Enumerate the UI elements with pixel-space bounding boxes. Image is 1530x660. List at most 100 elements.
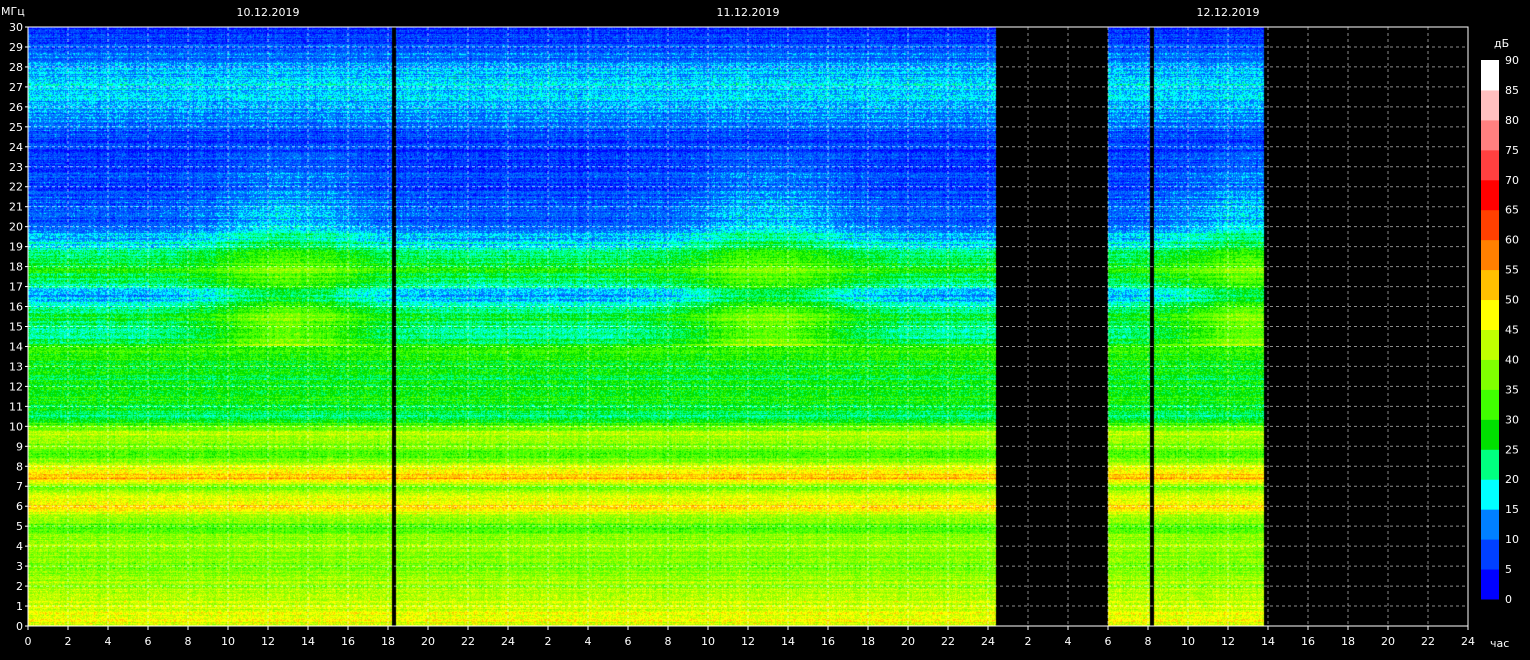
x-tick-label: 16 <box>1301 635 1315 648</box>
colorbar-swatch <box>1481 89 1499 121</box>
colorbar-tick-label: 75 <box>1505 144 1519 157</box>
y-tick-label: 3 <box>16 560 23 573</box>
y-tick-label: 9 <box>16 440 23 453</box>
y-tick-label: 7 <box>16 480 23 493</box>
colorbar-tick-label: 70 <box>1505 174 1519 187</box>
y-tick-label: 8 <box>16 460 23 473</box>
y-tick-label: 25 <box>9 121 23 134</box>
x-tick-label: 14 <box>1261 635 1275 648</box>
x-tick-label: 12 <box>741 635 755 648</box>
colorbar-swatch <box>1481 149 1499 181</box>
colorbar-tick-label: 40 <box>1505 353 1519 366</box>
colorbar-swatch <box>1481 119 1499 151</box>
y-tick-label: 6 <box>16 500 23 513</box>
colorbar-tick-label: 0 <box>1505 593 1512 606</box>
y-tick-label: 22 <box>9 181 23 194</box>
colorbar-tick-label: 45 <box>1505 324 1519 337</box>
x-tick-label: 20 <box>901 635 915 648</box>
x-tick-label: 8 <box>665 635 672 648</box>
y-tick-label: 27 <box>9 81 23 94</box>
x-axis-unit-label: час <box>1490 637 1509 650</box>
x-tick-label: 4 <box>1065 635 1072 648</box>
x-tick-label: 2 <box>65 635 72 648</box>
date-labels: 10.12.2019 11.12.2019 12.12.2019 <box>237 6 1260 19</box>
date-label: 11.12.2019 <box>717 6 780 19</box>
y-tick-label: 5 <box>16 520 23 533</box>
x-tick-label: 24 <box>981 635 995 648</box>
y-tick-label: 15 <box>9 321 23 334</box>
colorbar-swatch <box>1481 239 1499 271</box>
x-axis: 0 2 4 6 8 10 12 14 16 18 20 22 24 2 4 6 8 10 12 14 16 18 20 22 2… <box>25 626 1475 648</box>
y-tick-label: 24 <box>9 141 23 154</box>
colorbar-tick-label: 50 <box>1505 294 1519 307</box>
colorbar-unit-label: дБ <box>1494 37 1509 50</box>
colorbar-tick-label: 10 <box>1505 533 1519 546</box>
y-tick-label: 20 <box>9 221 23 234</box>
colorbar-swatch <box>1481 419 1499 450</box>
date-label: 12.12.2019 <box>1197 6 1260 19</box>
x-tick-label: 2 <box>545 635 552 648</box>
colorbar-tick-label: 35 <box>1505 383 1519 396</box>
x-tick-label: 10 <box>1181 635 1195 648</box>
x-tick-label: 0 <box>25 635 32 648</box>
x-tick-label: 12 <box>1221 635 1235 648</box>
colorbar-swatch <box>1481 209 1499 241</box>
x-tick-label: 4 <box>585 635 592 648</box>
colorbar-tick-label: 55 <box>1505 264 1519 277</box>
colorbar-swatch <box>1481 569 1499 600</box>
x-tick-label: 16 <box>821 635 835 648</box>
y-axis: 0123456789101112131415161718192021222324… <box>9 21 28 633</box>
y-tick-label: 23 <box>9 161 23 174</box>
colorbar-tick-label: 65 <box>1505 204 1519 217</box>
colorbar-tick-label: 90 <box>1505 54 1519 67</box>
y-tick-label: 0 <box>16 620 23 633</box>
y-tick-label: 28 <box>9 61 23 74</box>
x-tick-label: 24 <box>1461 635 1475 648</box>
colorbar-swatch <box>1481 359 1499 390</box>
x-tick-label: 6 <box>1105 635 1112 648</box>
y-tick-label: 26 <box>9 101 23 114</box>
x-tick-label: 10 <box>221 635 235 648</box>
x-tick-label: 12 <box>261 635 275 648</box>
spectrogram-chart: 0123456789101112131415161718192021222324… <box>1 5 1519 650</box>
date-label: 10.12.2019 <box>237 6 300 19</box>
x-tick-label: 14 <box>301 635 315 648</box>
x-tick-label: 20 <box>1381 635 1395 648</box>
colorbar-swatch <box>1481 479 1499 510</box>
x-tick-label: 24 <box>501 635 515 648</box>
colorbar-tick-label: 85 <box>1505 84 1519 97</box>
y-tick-label: 30 <box>9 21 23 34</box>
y-tick-label: 10 <box>9 420 23 433</box>
colorbar-tick-label: 30 <box>1505 413 1519 426</box>
x-tick-label: 8 <box>1145 635 1152 648</box>
y-tick-label: 16 <box>9 301 23 314</box>
x-tick-label: 16 <box>341 635 355 648</box>
x-tick-label: 10 <box>701 635 715 648</box>
x-tick-label: 22 <box>461 635 475 648</box>
x-tick-label: 6 <box>625 635 632 648</box>
x-tick-label: 22 <box>941 635 955 648</box>
colorbar-tick-label: 20 <box>1505 473 1519 486</box>
x-tick-label: 8 <box>185 635 192 648</box>
x-tick-label: 18 <box>861 635 875 648</box>
colorbar-tick-label: 5 <box>1505 563 1512 576</box>
colorbar-swatch <box>1481 389 1499 420</box>
y-tick-label: 19 <box>9 241 23 254</box>
colorbar-tick-label: 80 <box>1505 114 1519 127</box>
y-tick-label: 2 <box>16 580 23 593</box>
colorbar-tick-label: 15 <box>1505 503 1519 516</box>
colorbar-legend: 0 5 10 15 20 25 30 35 40 45 50 55 60 65 70 75 80 85 90 <box>1481 54 1519 606</box>
colorbar-swatch <box>1481 449 1499 480</box>
y-axis-unit-label: МГц <box>1 5 25 18</box>
x-tick-label: 20 <box>421 635 435 648</box>
colorbar-swatch <box>1481 60 1499 91</box>
y-tick-label: 29 <box>9 41 23 54</box>
y-tick-label: 18 <box>9 261 23 274</box>
y-tick-label: 14 <box>9 340 23 353</box>
colorbar-swatch <box>1481 299 1499 330</box>
x-tick-label: 22 <box>1421 635 1435 648</box>
x-tick-label: 18 <box>1341 635 1355 648</box>
colorbar-tick-label: 60 <box>1505 234 1519 247</box>
y-tick-label: 21 <box>9 201 23 214</box>
y-tick-label: 4 <box>16 540 23 553</box>
